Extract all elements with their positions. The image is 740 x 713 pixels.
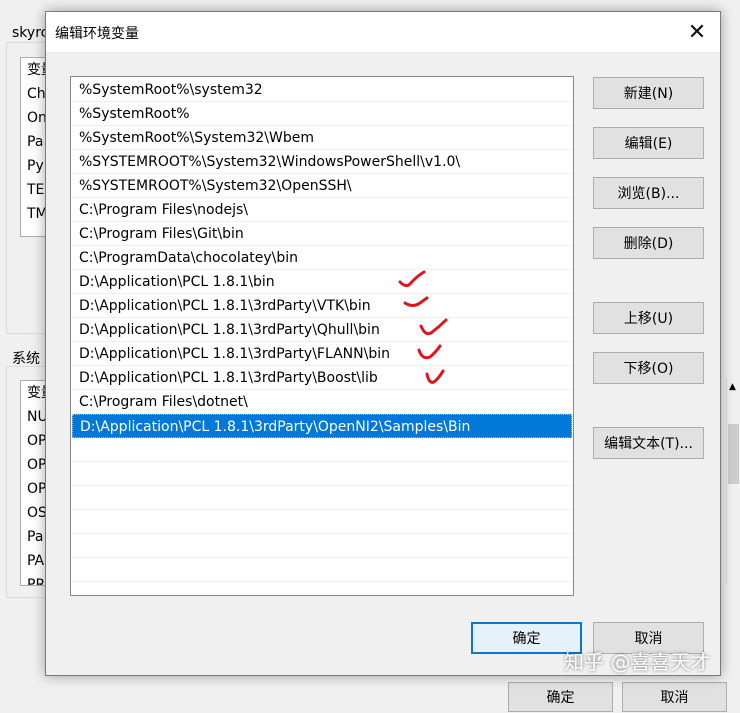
check-mark-icon	[398, 270, 426, 288]
check-mark-icon	[417, 344, 442, 360]
check-mark-icon	[425, 369, 445, 384]
check-mark-icon	[419, 318, 448, 336]
annotation-checks	[398, 270, 448, 384]
watermark: 知乎 @喜喜天才	[564, 650, 711, 674]
check-mark-icon	[403, 296, 429, 307]
